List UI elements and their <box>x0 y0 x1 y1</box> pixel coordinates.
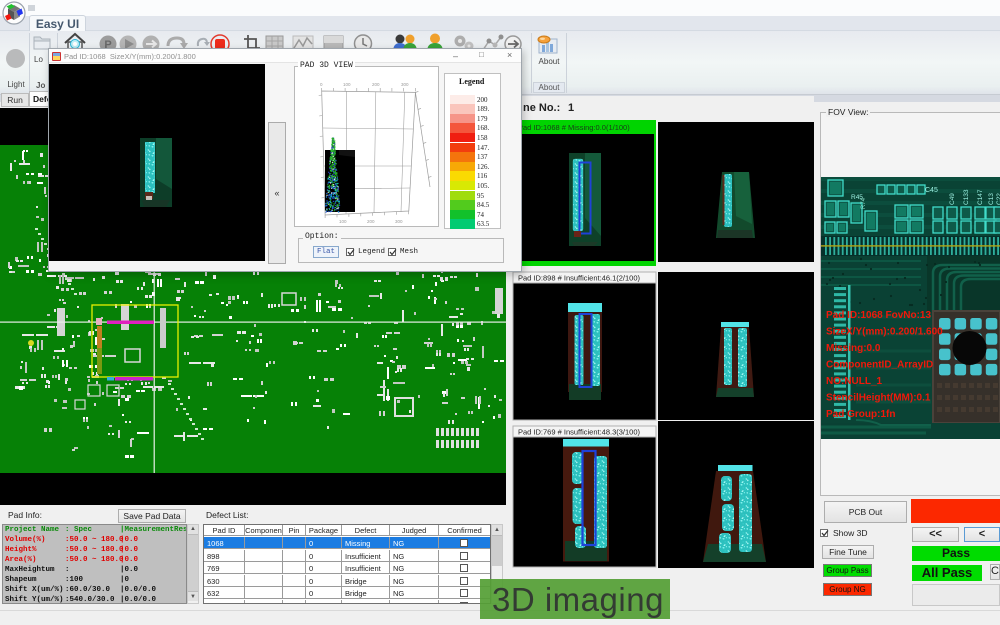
svg-text:ComponentID_ArrayID: ComponentID_ArrayID <box>826 360 933 371</box>
svg-text:Pad ID:769 # Insufficient:48.3: Pad ID:769 # Insufficient:48.3(3/100) <box>518 428 641 437</box>
svg-text:C22: C22 <box>996 193 1000 205</box>
svg-text:Pad ID:1068 # Missing:0.0(1/10: Pad ID:1068 # Missing:0.0(1/100) <box>518 123 630 132</box>
svg-text:0: 0 <box>320 82 323 87</box>
svg-text:SizeX/Y(mm):0.200/1.600: SizeX/Y(mm):0.200/1.600 <box>826 327 943 338</box>
svg-text:200: 200 <box>367 219 375 224</box>
svg-text:Pad ID:1068 FovNo:13: Pad ID:1068 FovNo:13 <box>826 310 931 321</box>
svg-text:300: 300 <box>395 219 403 224</box>
svg-text:Missing:0.0: Missing:0.0 <box>826 343 881 354</box>
svg-text:C49: C49 <box>949 193 956 205</box>
svg-text:300: 300 <box>401 82 409 87</box>
svg-text:C147: C147 <box>977 189 984 205</box>
svg-text:C133: C133 <box>963 189 970 205</box>
svg-text:C45: C45 <box>925 187 938 194</box>
svg-text:200: 200 <box>372 82 380 87</box>
svg-text:100: 100 <box>343 82 351 87</box>
svg-text:Pad ID:898 # Insufficient:46.1: Pad ID:898 # Insufficient:46.1(2/100) <box>518 274 641 283</box>
svg-text:C13: C13 <box>988 193 995 205</box>
svg-text:NO:NULL_1: NO:NULL_1 <box>826 376 883 387</box>
svg-text:R74: R74 <box>861 197 867 209</box>
svg-text:StencilHeight(MM):0.1: StencilHeight(MM):0.1 <box>826 393 931 404</box>
svg-text:100: 100 <box>339 219 347 224</box>
svg-text:Pad Group:1fn: Pad Group:1fn <box>826 409 895 420</box>
